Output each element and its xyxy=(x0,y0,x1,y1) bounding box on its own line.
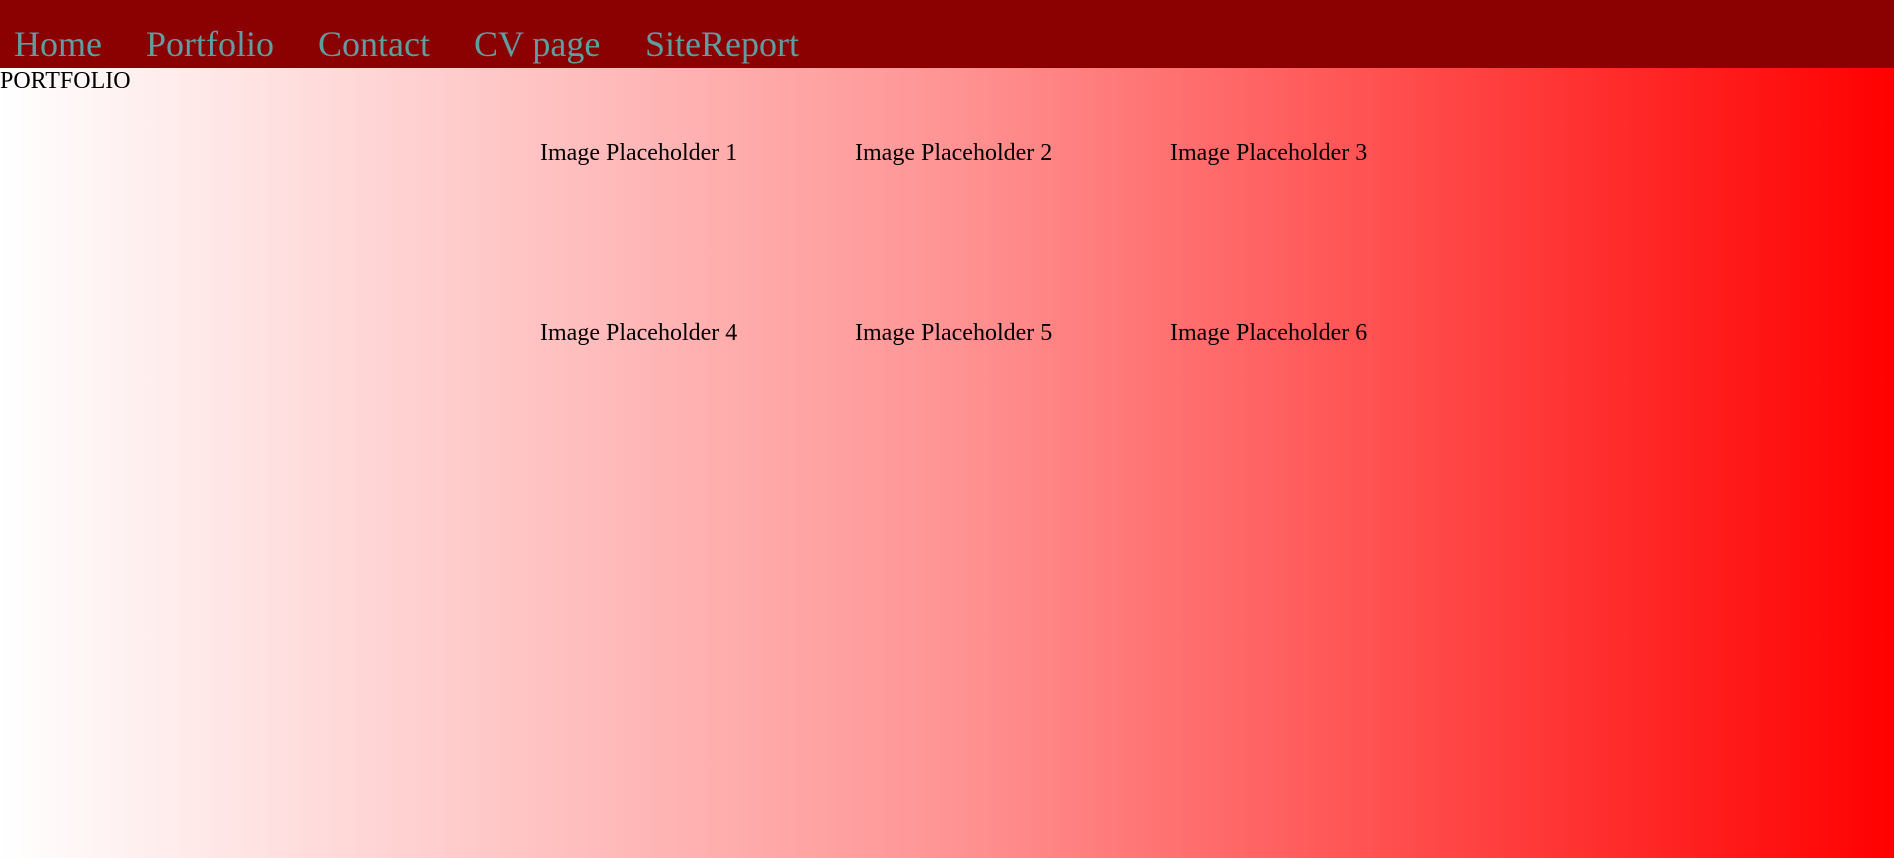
nav-link-contact[interactable]: Contact xyxy=(318,22,430,66)
top-navbar: Home Portfolio Contact CV page SiteRepor… xyxy=(0,0,1894,68)
page-title: PORTFOLIO xyxy=(0,68,131,94)
image-placeholder-4: Image Placeholder 4 xyxy=(540,320,738,346)
image-placeholder-5: Image Placeholder 5 xyxy=(855,320,1053,346)
nav-link-home[interactable]: Home xyxy=(14,22,102,66)
nav-link-sitereport[interactable]: SiteReport xyxy=(645,22,799,66)
nav-link-portfolio[interactable]: Portfolio xyxy=(146,22,274,66)
image-placeholder-6: Image Placeholder 6 xyxy=(1170,320,1368,346)
nav-link-cv-page[interactable]: CV page xyxy=(474,22,600,66)
portfolio-gallery: Image Placeholder 1 Image Placeholder 2 … xyxy=(540,138,1485,498)
image-placeholder-2: Image Placeholder 2 xyxy=(855,140,1053,166)
image-placeholder-3: Image Placeholder 3 xyxy=(1170,140,1368,166)
image-placeholder-1: Image Placeholder 1 xyxy=(540,140,738,166)
